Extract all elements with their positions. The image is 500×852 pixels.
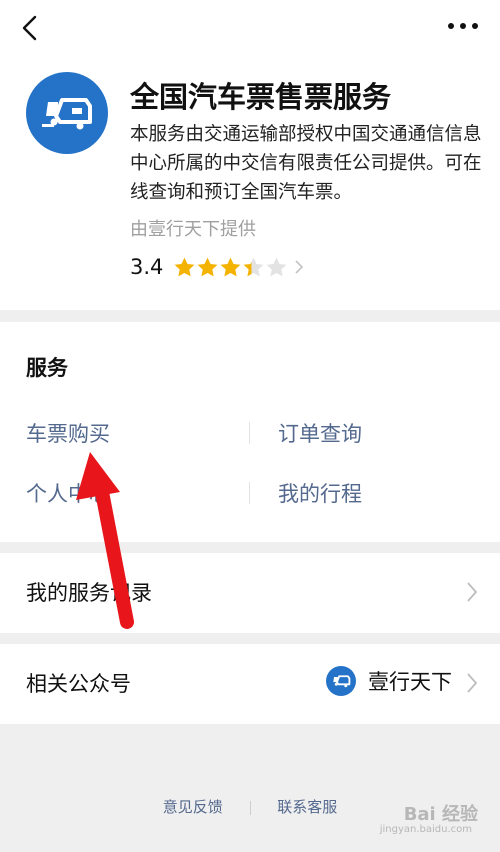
official-account-label: 相关公众号 — [26, 672, 131, 696]
feedback-link[interactable]: 意见反馈 — [163, 796, 223, 817]
footer-separator — [249, 800, 251, 815]
chevron-right-icon — [467, 673, 478, 693]
app-title: 全国汽车票售票服务 — [130, 80, 392, 114]
services-heading: 服务 — [26, 356, 68, 380]
watermark-url: jingyan.baidu.com — [379, 824, 472, 835]
watermark-logo: Bai 经验 — [403, 804, 478, 825]
official-account[interactable]: 壹行天下 — [326, 666, 452, 696]
star-icon — [266, 257, 287, 277]
provider-text: 由壹行天下提供 — [130, 219, 256, 240]
service-records-label: 我的服务记录 — [26, 581, 152, 605]
star-icon — [243, 257, 264, 277]
customer-service-link[interactable]: 联系客服 — [277, 796, 337, 817]
services-card: 服务 车票购买 订单查询 个人中心 我的行程 — [0, 322, 500, 542]
rating-row[interactable]: 3.4 — [130, 252, 304, 282]
app-description: 本服务由交通运输部授权中国交通通信信息中心所属的中交信有限责任公司提供。可在线查… — [130, 124, 482, 203]
divider — [249, 482, 250, 504]
service-records-row[interactable]: 我的服务记录 — [0, 553, 500, 633]
star-icon — [197, 257, 218, 277]
service-order-query[interactable]: 订单查询 — [278, 418, 362, 448]
chevron-right-icon — [295, 260, 304, 274]
back-arrow-icon[interactable] — [18, 14, 46, 42]
service-my-trips[interactable]: 我的行程 — [278, 478, 362, 508]
service-personal-center[interactable]: 个人中心 — [26, 478, 110, 508]
star-icon — [220, 257, 241, 277]
star-icon — [174, 257, 195, 277]
bus-logo-icon — [26, 72, 108, 154]
rating-stars — [173, 256, 288, 278]
chevron-right-icon — [467, 582, 478, 602]
app-header-section: 全国汽车票售票服务 本服务由交通运输部授权中国交通通信信息中心所属的中交信有限责… — [0, 0, 500, 310]
account-logo-icon — [326, 666, 356, 696]
account-name: 壹行天下 — [368, 670, 452, 694]
service-ticket-purchase[interactable]: 车票购买 — [26, 418, 110, 448]
official-account-row[interactable]: 相关公众号 壹行天下 — [0, 644, 500, 724]
more-dots-icon[interactable] — [446, 14, 480, 38]
divider — [249, 422, 250, 444]
rating-value: 3.4 — [130, 255, 164, 279]
